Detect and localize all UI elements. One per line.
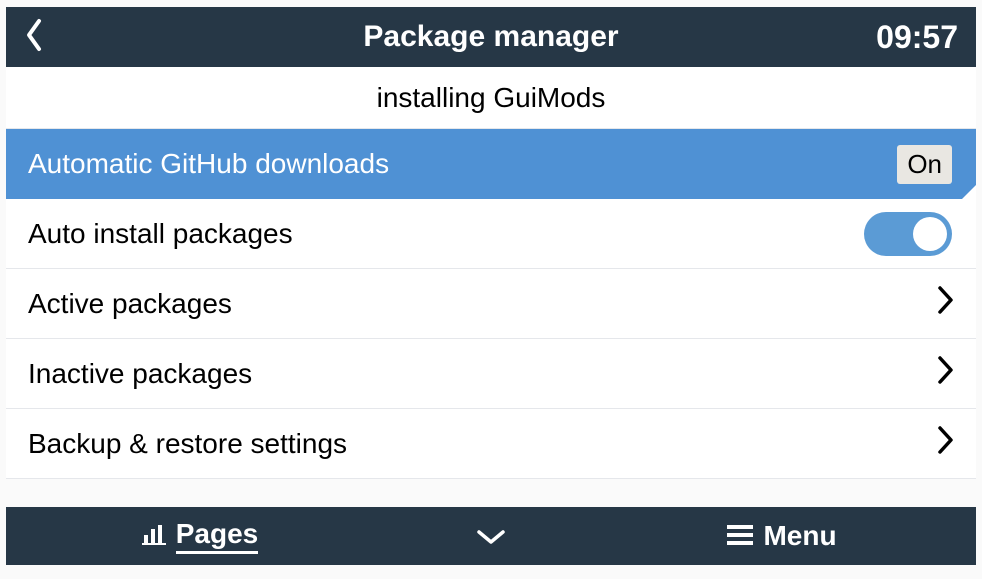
row-auto-github-downloads[interactable]: Automatic GitHub downloads On [6, 129, 976, 199]
row-backup-restore-settings[interactable]: Backup & restore settings [6, 409, 976, 479]
row-label: Backup & restore settings [28, 428, 937, 460]
menu-button[interactable]: Menu [588, 507, 976, 565]
row-label: Inactive packages [28, 358, 937, 390]
back-button[interactable] [24, 18, 64, 57]
chevron-right-icon [937, 425, 954, 462]
chevron-left-icon [24, 18, 44, 57]
row-inactive-packages[interactable]: Inactive packages [6, 339, 976, 409]
corner-indicator-icon [962, 185, 976, 199]
blank-area [6, 479, 976, 507]
row-label: Auto install packages [28, 218, 864, 250]
menu-label: Menu [763, 520, 836, 552]
pages-button[interactable]: Pages [6, 507, 394, 565]
clock: 09:57 [876, 19, 958, 56]
chevron-down-icon [476, 520, 506, 552]
row-active-packages[interactable]: Active packages [6, 269, 976, 339]
chevron-right-icon [937, 355, 954, 392]
toggle-knob-icon [913, 217, 947, 251]
row-label: Automatic GitHub downloads [28, 148, 897, 180]
status-row: installing GuiMods [6, 67, 976, 129]
dropdown-value[interactable]: On [897, 145, 952, 184]
settings-list: Automatic GitHub downloads On Auto insta… [6, 129, 976, 507]
bar-chart-icon [142, 520, 166, 552]
status-text: installing GuiMods [377, 82, 606, 114]
hamburger-icon [727, 520, 753, 552]
toggle-switch[interactable] [864, 212, 952, 256]
pages-label: Pages [176, 518, 259, 554]
footer-bar: Pages Menu [6, 507, 976, 565]
chevron-right-icon [937, 285, 954, 322]
page-title: Package manager [6, 20, 976, 54]
row-label: Active packages [28, 288, 937, 320]
expand-down-button[interactable] [394, 507, 588, 565]
header-bar: Package manager 09:57 [6, 7, 976, 67]
row-auto-install-packages[interactable]: Auto install packages [6, 199, 976, 269]
